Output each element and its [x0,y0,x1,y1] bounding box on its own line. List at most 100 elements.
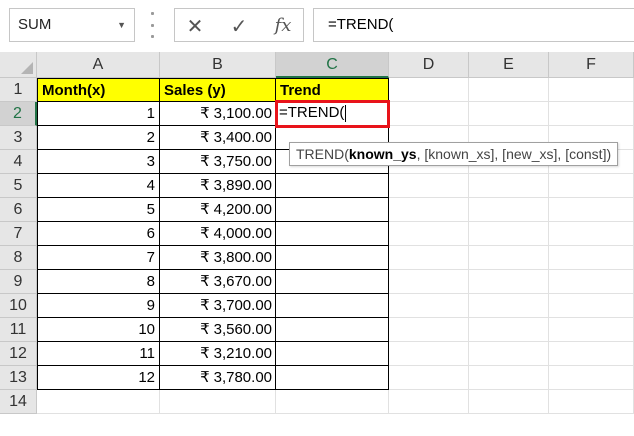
column-header-a[interactable]: A [37,52,160,78]
cell-e8[interactable] [469,246,549,270]
cell-a2[interactable]: 1 [37,102,160,126]
row-header-10[interactable]: 10 [0,294,37,318]
cell-e14[interactable] [469,390,549,414]
cell-c7[interactable] [276,222,389,246]
row-header-14[interactable]: 14 [0,390,37,414]
name-box[interactable]: SUM ▼ [9,8,135,42]
cell-a10[interactable]: 9 [37,294,160,318]
cell-d2[interactable] [389,102,469,126]
cell-c11[interactable] [276,318,389,342]
cell-a1[interactable]: Month(x) [37,78,160,102]
cell-b6[interactable]: ₹4,200.00 [160,198,276,222]
active-cell-editor[interactable]: =TREND( [275,100,390,128]
cell-c5[interactable] [276,174,389,198]
cell-f7[interactable] [549,222,634,246]
cell-d9[interactable] [389,270,469,294]
column-header-c[interactable]: C [276,52,389,78]
cell-c10[interactable] [276,294,389,318]
column-header-b[interactable]: B [160,52,276,78]
row-header-12[interactable]: 12 [0,342,37,366]
cell-b5[interactable]: ₹3,890.00 [160,174,276,198]
cell-c1[interactable]: Trend [276,78,389,102]
cell-b3[interactable]: ₹3,400.00 [160,126,276,150]
cell-b9[interactable]: ₹3,670.00 [160,270,276,294]
formula-input[interactable]: =TREND( [313,8,634,42]
cell-b2[interactable]: ₹3,100.00 [160,102,276,126]
cell-b11[interactable]: ₹3,560.00 [160,318,276,342]
row-header-4[interactable]: 4 [0,150,37,174]
cell-d8[interactable] [389,246,469,270]
cell-b1[interactable]: Sales (y) [160,78,276,102]
cell-a3[interactable]: 2 [37,126,160,150]
function-tooltip[interactable]: TREND(known_ys, [known_xs], [new_xs], [c… [289,142,619,166]
row-header-7[interactable]: 7 [0,222,37,246]
cell-d11[interactable] [389,318,469,342]
cell-b7[interactable]: ₹4,000.00 [160,222,276,246]
cell-c13[interactable] [276,366,389,390]
cell-c6[interactable] [276,198,389,222]
column-header-d[interactable]: D [389,52,469,78]
cell-b8[interactable]: ₹3,800.00 [160,246,276,270]
cell-d10[interactable] [389,294,469,318]
cell-e1[interactable] [469,78,549,102]
cell-e6[interactable] [469,198,549,222]
cell-e13[interactable] [469,366,549,390]
cell-e2[interactable] [469,102,549,126]
row-header-8[interactable]: 8 [0,246,37,270]
cell-f14[interactable] [549,390,634,414]
cell-f9[interactable] [549,270,634,294]
cell-d5[interactable] [389,174,469,198]
cell-a14[interactable] [37,390,160,414]
cell-f6[interactable] [549,198,634,222]
cell-c14[interactable] [276,390,389,414]
cell-f12[interactable] [549,342,634,366]
cell-d6[interactable] [389,198,469,222]
cell-c9[interactable] [276,270,389,294]
row-header-11[interactable]: 11 [0,318,37,342]
cell-d14[interactable] [389,390,469,414]
cell-c8[interactable] [276,246,389,270]
row-header-9[interactable]: 9 [0,270,37,294]
drag-handle-icon[interactable] [151,12,154,38]
cell-e9[interactable] [469,270,549,294]
row-header-6[interactable]: 6 [0,198,37,222]
check-icon[interactable]: ✓ [225,14,253,39]
cell-a5[interactable]: 4 [37,174,160,198]
cell-e12[interactable] [469,342,549,366]
cell-d1[interactable] [389,78,469,102]
row-header-1[interactable]: 1 [0,78,37,102]
cell-b10[interactable]: ₹3,700.00 [160,294,276,318]
cell-a8[interactable]: 7 [37,246,160,270]
insert-function-icon[interactable]: fx [269,15,297,36]
cell-e7[interactable] [469,222,549,246]
row-header-3[interactable]: 3 [0,126,37,150]
cell-a9[interactable]: 8 [37,270,160,294]
cell-f1[interactable] [549,78,634,102]
cell-d13[interactable] [389,366,469,390]
cell-e11[interactable] [469,318,549,342]
cell-a4[interactable]: 3 [37,150,160,174]
cell-e5[interactable] [469,174,549,198]
cell-f13[interactable] [549,366,634,390]
cell-f8[interactable] [549,246,634,270]
cell-f10[interactable] [549,294,634,318]
cancel-icon[interactable]: ✕ [181,14,209,39]
row-header-5[interactable]: 5 [0,174,37,198]
cell-b13[interactable]: ₹3,780.00 [160,366,276,390]
column-header-f[interactable]: F [549,52,634,78]
cell-b14[interactable] [160,390,276,414]
cell-a12[interactable]: 11 [37,342,160,366]
row-header-13[interactable]: 13 [0,366,37,390]
column-header-e[interactable]: E [469,52,549,78]
cell-d12[interactable] [389,342,469,366]
cell-e10[interactable] [469,294,549,318]
cell-f5[interactable] [549,174,634,198]
chevron-down-icon[interactable]: ▼ [117,20,126,30]
cell-a7[interactable]: 6 [37,222,160,246]
cell-f2[interactable] [549,102,634,126]
cell-a13[interactable]: 12 [37,366,160,390]
cell-c12[interactable] [276,342,389,366]
select-all-button[interactable] [0,52,37,78]
cell-d7[interactable] [389,222,469,246]
cell-f11[interactable] [549,318,634,342]
